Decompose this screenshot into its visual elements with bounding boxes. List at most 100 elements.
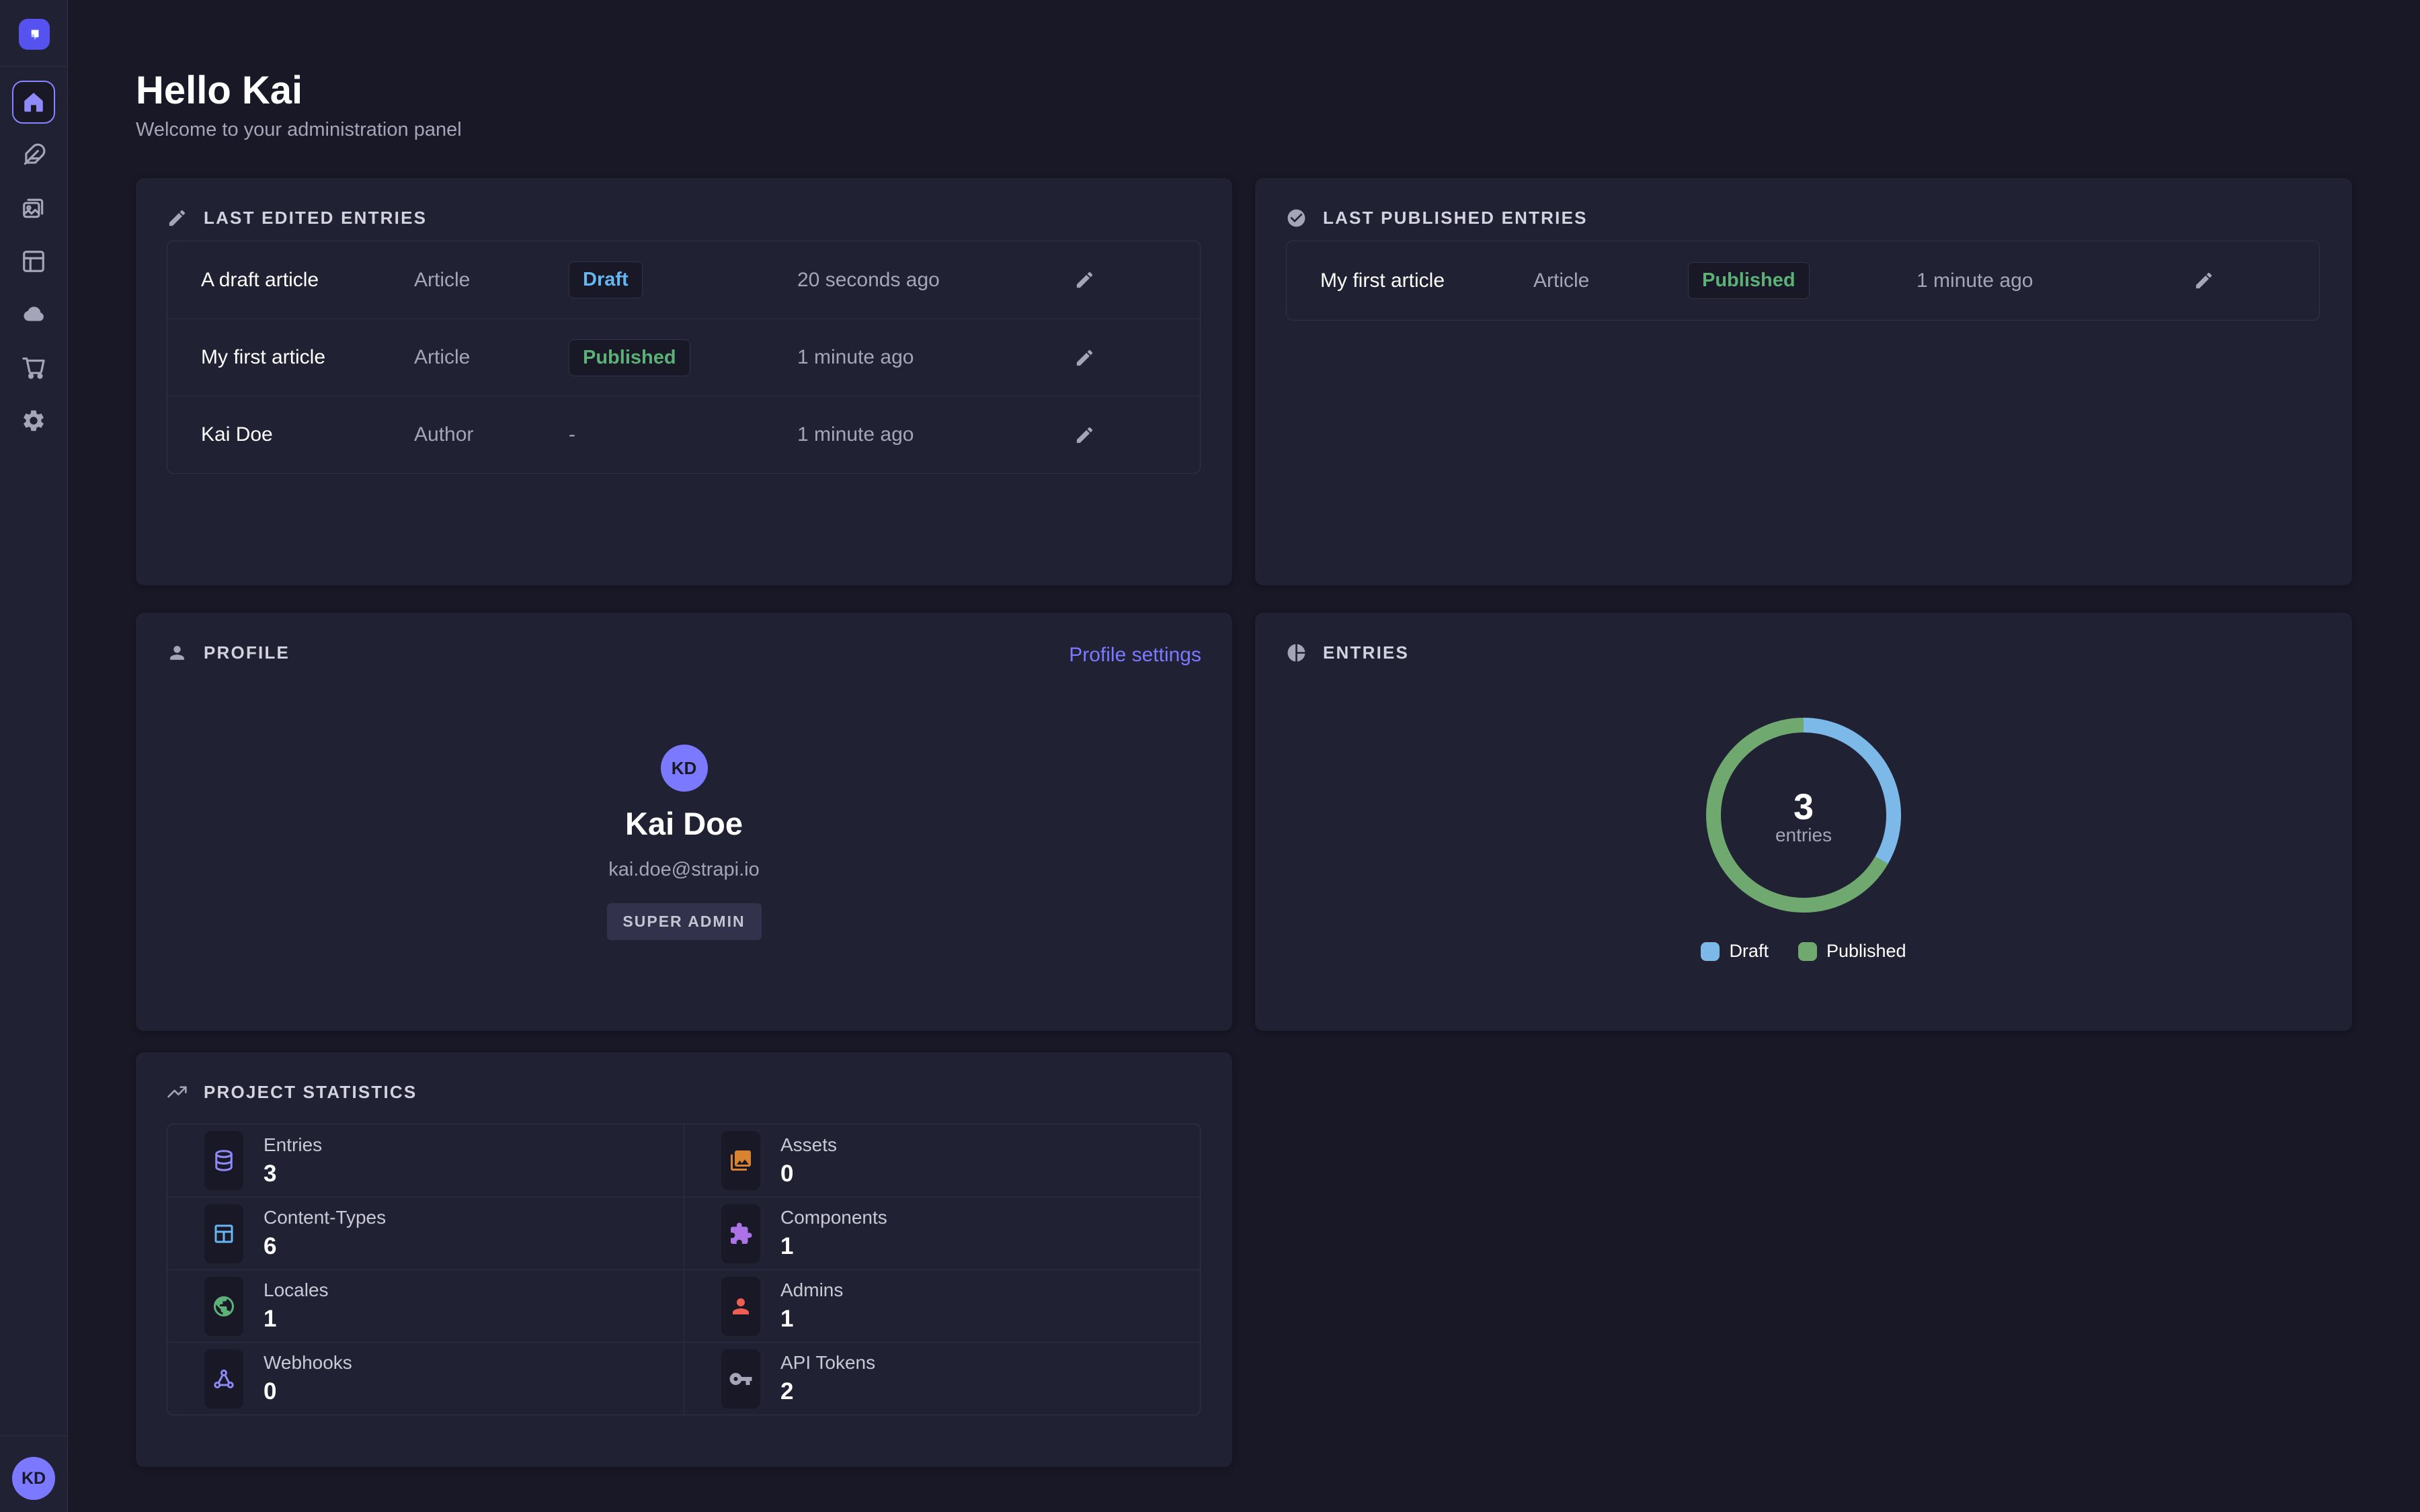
stat-label: Admins xyxy=(780,1279,843,1301)
stat-value: 1 xyxy=(264,1306,329,1333)
page-subtitle: Welcome to your administration panel xyxy=(136,119,462,141)
pencil-icon xyxy=(167,208,188,228)
legend-swatch-published xyxy=(1798,942,1817,961)
person-icon xyxy=(167,642,188,663)
edit-entry-button[interactable] xyxy=(1063,347,1106,368)
sidebar-nav xyxy=(0,81,67,442)
entries-chart-card: ENTRIES 3 entries Draft Published xyxy=(1255,613,2352,1031)
sidebar-divider xyxy=(0,1435,67,1436)
table-row[interactable]: A draft article Article Draft 20 seconds… xyxy=(167,241,1200,319)
feather-icon xyxy=(21,142,46,168)
card-title: PROFILE xyxy=(204,642,290,663)
card-header: ENTRIES xyxy=(1286,638,1409,667)
legend-item-draft: Draft xyxy=(1701,941,1769,962)
project-statistics-card: PROJECT STATISTICS Entries 3 xyxy=(136,1052,1232,1467)
role-badge: SUPER ADMIN xyxy=(606,903,761,940)
locales-icon xyxy=(204,1277,243,1336)
sidebar-divider xyxy=(0,66,67,67)
status-badge: Published xyxy=(1688,262,1810,299)
sidebar-item-media-library[interactable] xyxy=(12,187,55,230)
entry-type: Article xyxy=(1533,269,1688,292)
status-empty: - xyxy=(569,423,575,446)
content-types-icon xyxy=(204,1204,243,1263)
card-header: LAST PUBLISHED ENTRIES xyxy=(1286,204,1588,232)
stat-value: 1 xyxy=(780,1306,843,1333)
entry-status-cell: Published xyxy=(569,339,797,376)
status-badge: Published xyxy=(569,339,690,376)
stats-grid: Entries 3 Assets 0 Content-Types xyxy=(167,1124,1201,1415)
cart-icon xyxy=(21,355,46,380)
stat-cell-locales: Locales 1 xyxy=(167,1269,684,1342)
donut-center-value: 3 xyxy=(1255,786,2352,828)
stat-value: 1 xyxy=(780,1233,887,1260)
sidebar-item-home[interactable] xyxy=(12,81,55,124)
last-edited-entries-card: LAST EDITED ENTRIES A draft article Arti… xyxy=(136,178,1232,585)
stat-label: Content-Types xyxy=(264,1207,386,1228)
card-header: LAST EDITED ENTRIES xyxy=(167,204,427,232)
sidebar-item-content-manager[interactable] xyxy=(12,134,55,177)
sidebar: KD xyxy=(0,0,68,1512)
legend-item-published: Published xyxy=(1798,941,1906,962)
entry-name: My first article xyxy=(1320,269,1533,292)
stat-cell-entries: Entries 3 xyxy=(167,1124,684,1197)
stat-value: 0 xyxy=(264,1378,352,1405)
stat-value: 3 xyxy=(264,1161,322,1187)
stat-cell-admins: Admins 1 xyxy=(684,1269,1200,1342)
stat-value: 6 xyxy=(264,1233,386,1260)
donut-center-label: entries xyxy=(1255,825,2352,846)
table-row[interactable]: My first article Article Published 1 min… xyxy=(167,319,1200,396)
gear-icon xyxy=(21,408,46,433)
card-header: PROJECT STATISTICS xyxy=(167,1078,417,1106)
entry-time: 20 seconds ago xyxy=(797,269,1063,292)
profile-email: kai.doe@strapi.io xyxy=(136,859,1232,881)
stat-cell-webhooks: Webhooks 0 xyxy=(167,1342,684,1415)
sidebar-item-cloud[interactable] xyxy=(12,293,55,336)
trending-up-icon xyxy=(167,1082,188,1103)
entries-icon xyxy=(204,1131,243,1190)
sidebar-item-marketplace[interactable] xyxy=(12,346,55,389)
profile-settings-link[interactable]: Profile settings xyxy=(1069,644,1201,667)
stat-cell-components: Components 1 xyxy=(684,1197,1200,1269)
card-title: PROJECT STATISTICS xyxy=(204,1082,417,1103)
admins-icon xyxy=(721,1277,760,1336)
card-header: PROFILE xyxy=(167,638,290,667)
entry-type: Article xyxy=(414,346,569,369)
entry-name: My first article xyxy=(201,346,414,369)
stat-label: Components xyxy=(780,1207,887,1228)
entry-status-cell: Draft xyxy=(569,261,797,298)
table-row[interactable]: Kai Doe Author - 1 minute ago xyxy=(167,396,1200,473)
entry-time: 1 minute ago xyxy=(797,346,1063,369)
cloud-icon xyxy=(21,302,46,327)
api-tokens-icon xyxy=(721,1349,760,1409)
table-row[interactable]: My first article Article Published 1 min… xyxy=(1287,241,2319,320)
stat-value: 2 xyxy=(780,1378,875,1405)
last-published-entries-card: LAST PUBLISHED ENTRIES My first article … xyxy=(1255,178,2352,585)
stat-cell-assets: Assets 0 xyxy=(684,1124,1200,1197)
check-circle-icon xyxy=(1286,208,1307,228)
profile-name: Kai Doe xyxy=(136,805,1232,842)
stat-label: Webhooks xyxy=(264,1352,352,1374)
card-title: ENTRIES xyxy=(1323,642,1409,663)
card-title: LAST EDITED ENTRIES xyxy=(204,208,427,228)
legend-label: Draft xyxy=(1729,941,1769,962)
sidebar-user-avatar[interactable]: KD xyxy=(12,1457,55,1500)
edit-entry-button[interactable] xyxy=(1063,269,1106,290)
entry-time: 1 minute ago xyxy=(1917,269,2182,292)
last-published-table: My first article Article Published 1 min… xyxy=(1286,241,2320,321)
entry-status-cell: Published xyxy=(1688,262,1917,299)
entry-type: Article xyxy=(414,269,569,292)
strapi-logo[interactable] xyxy=(19,19,50,50)
edit-entry-button[interactable] xyxy=(1063,425,1106,446)
layout-icon xyxy=(21,249,46,274)
sidebar-item-content-type-builder[interactable] xyxy=(12,240,55,283)
stat-label: Locales xyxy=(264,1279,329,1301)
card-title: LAST PUBLISHED ENTRIES xyxy=(1323,208,1588,228)
home-icon xyxy=(21,89,46,115)
profile-card: PROFILE Profile settings KD Kai Doe kai.… xyxy=(136,613,1232,1031)
pencil-icon xyxy=(2193,270,2214,291)
edit-entry-button[interactable] xyxy=(2182,270,2225,291)
stat-label: API Tokens xyxy=(780,1352,875,1374)
components-icon xyxy=(721,1204,760,1263)
sidebar-item-settings[interactable] xyxy=(12,399,55,442)
profile-avatar: KD xyxy=(661,745,708,792)
